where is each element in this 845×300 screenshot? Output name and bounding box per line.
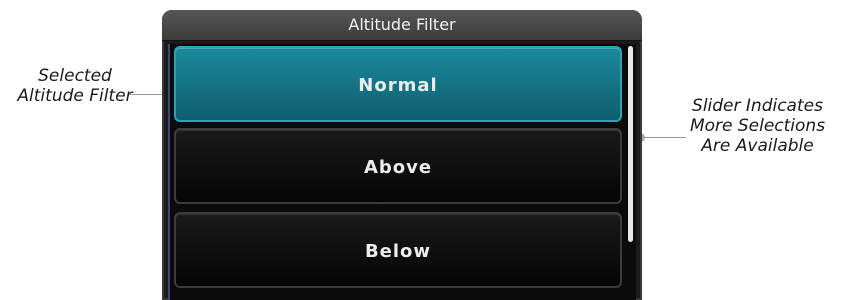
option-above-button[interactable]: Above [174,128,622,204]
leader-line [638,137,686,138]
scrollbar[interactable] [628,46,634,246]
option-below-button[interactable]: Below [174,212,622,288]
dialog-title: Altitude Filter [162,10,642,41]
altitude-filter-dialog: Altitude Filter Normal Above Below [162,10,642,300]
selected-filter-callout: Selected Altitude Filter [0,66,150,106]
option-normal-button[interactable]: Normal [174,46,622,122]
callout-line: Altitude Filter [17,86,133,106]
callout-line: More Selections [689,116,826,136]
callout-line: Are Available [701,136,814,156]
slider-callout: Slider Indicates More Selections Are Ava… [670,96,845,156]
scrollbar-thumb[interactable] [628,46,633,242]
callout-line: Selected [38,66,112,86]
callout-line: Slider Indicates [692,96,823,116]
